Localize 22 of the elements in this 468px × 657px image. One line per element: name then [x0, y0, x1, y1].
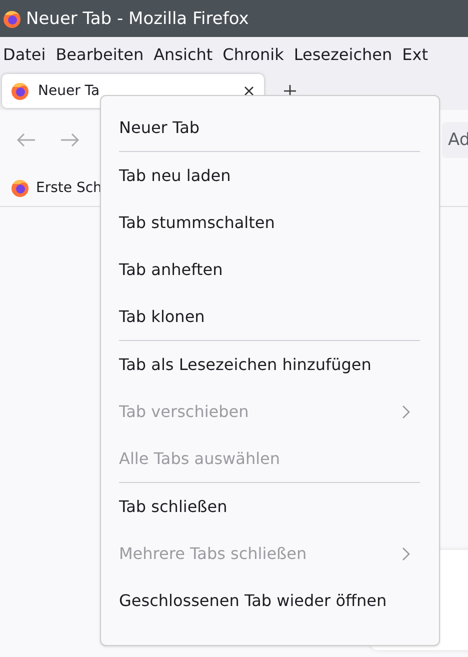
- menu-item[interactable]: Bearbeiten: [56, 45, 144, 64]
- window-title: Neuer Tab - Mozilla Firefox: [26, 8, 249, 28]
- menu-item[interactable]: Ext: [402, 45, 428, 64]
- menu-item[interactable]: Ansicht: [154, 45, 213, 64]
- browser-logo-icon: [10, 81, 30, 101]
- menu-item[interactable]: Geschlossenen Tab wieder öffnen: [119, 577, 420, 624]
- chevron-right-icon: [402, 546, 410, 560]
- chevron-right-icon: [402, 404, 410, 418]
- browser-logo-icon: [2, 8, 22, 28]
- menu-item[interactable]: Lesezeichen: [294, 45, 392, 64]
- menu-item[interactable]: Tab als Lesezeichen hinzufügen: [119, 341, 420, 388]
- new-tab-icon[interactable]: [284, 85, 296, 97]
- browser-logo-icon: [10, 178, 30, 198]
- menu-item[interactable]: Tab schließen: [119, 483, 420, 530]
- menu-item[interactable]: Tab neu laden: [119, 152, 420, 199]
- menu-item[interactable]: Tab klonen: [119, 293, 420, 340]
- bookmark-item[interactable]: Erste Sch: [10, 178, 102, 198]
- menu-item[interactable]: Tab anheften: [119, 246, 420, 293]
- menu-item[interactable]: Datei: [3, 45, 46, 64]
- menu-item[interactable]: Chronik: [222, 45, 284, 64]
- close-icon[interactable]: [244, 86, 254, 96]
- menu-item[interactable]: Tab stummschalten: [119, 199, 420, 246]
